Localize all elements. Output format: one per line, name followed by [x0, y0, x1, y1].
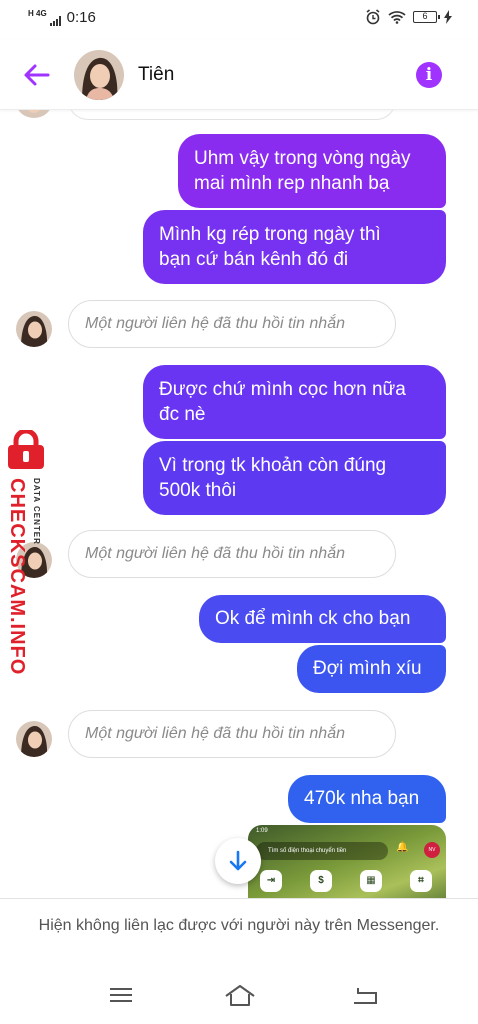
menu-icon: [110, 988, 132, 1002]
message-bubble-outgoing[interactable]: 470k nha bạn: [288, 775, 446, 823]
battery-icon: 6: [413, 11, 440, 23]
notice-text: Hiện không liên lạc được với người này t…: [38, 917, 440, 934]
message-text: Vì trong tk khoản còn đúng: [159, 455, 387, 476]
message-list[interactable]: Uhm vậy trong vòng ngày mai mình rep nha…: [0, 110, 478, 898]
message-bubble-outgoing[interactable]: Đợi mình xíu: [297, 645, 446, 693]
message-bubble-partial: [68, 110, 396, 120]
avatar: [16, 311, 52, 347]
dollar-icon: $: [310, 870, 332, 892]
message-bubble-outgoing[interactable]: Được chứ mình cọc hơn nữa đc nè: [143, 365, 446, 439]
scan-icon: ⌗: [410, 870, 432, 892]
unsent-message: Một người liên hệ đã thu hồi tin nhắn: [68, 530, 396, 578]
composer-disabled-notice: Hiện không liên lạc được với người này t…: [0, 898, 478, 968]
wifi-icon: [388, 11, 406, 24]
message-bubble-outgoing[interactable]: Uhm vậy trong vòng ngày mai mình rep nha…: [178, 134, 446, 208]
message-text: đc nè: [159, 404, 206, 425]
avatar: [16, 110, 52, 118]
watermark-text: CHECKSCAM.INFO: [6, 478, 28, 676]
transfer-icon: ⇥: [260, 870, 282, 892]
message-text: mai mình rep nhanh bạ: [194, 173, 390, 194]
status-left: H 4G 0:16: [28, 9, 96, 26]
status-right: 6: [365, 9, 452, 25]
image-attachment[interactable]: 1:09 Tìm số điện thoại chuyển tiền 🔔 NV …: [248, 825, 446, 898]
message-text: 500k thôi: [159, 480, 237, 501]
attachment-avatar: NV: [424, 842, 440, 858]
unsent-message: Một người liên hệ đã thu hồi tin nhắn: [68, 300, 396, 348]
contact-avatar[interactable]: [74, 50, 124, 100]
message-bubble-outgoing[interactable]: Vì trong tk khoản còn đúng 500k thôi: [143, 441, 446, 515]
bell-icon: 🔔: [396, 842, 409, 853]
message-text: Được chứ mình cọc hơn nữa: [159, 379, 406, 400]
message-text: bạn cứ bán kênh đó đi: [159, 249, 349, 270]
watermark-subtext: DATA CENTER: [32, 478, 41, 545]
lock-icon: [8, 430, 44, 469]
arrow-down-icon: [229, 850, 247, 871]
clock: 0:16: [66, 9, 96, 26]
menu-button[interactable]: [106, 982, 136, 1008]
arrow-left-icon: [24, 64, 50, 86]
watermark: CHECKSCAM.INFO DATA CENTER: [2, 430, 52, 675]
home-icon: [225, 985, 255, 1006]
attachment-status-time: 1:09: [256, 828, 268, 834]
system-navigation-bar: [0, 968, 478, 1024]
home-button[interactable]: [224, 982, 255, 1008]
message-bubble-outgoing[interactable]: Mình kg rép trong ngày thì bạn cứ bán kê…: [143, 210, 446, 284]
message-text: 470k nha bạn: [304, 788, 420, 809]
alarm-icon: [366, 9, 380, 25]
message-text: Đợi mình xíu: [313, 658, 422, 679]
grid-icon: ▦: [360, 870, 382, 892]
return-icon: [354, 988, 377, 1004]
message-bubble-outgoing[interactable]: Ok để mình ck cho bạn: [199, 595, 446, 643]
charging-icon: [444, 10, 452, 24]
message-text: Uhm vậy trong vòng ngày: [194, 148, 411, 169]
scroll-to-bottom-button[interactable]: [215, 838, 261, 884]
back-nav-button[interactable]: [350, 982, 380, 1008]
conversation-header: Tiên i: [0, 40, 478, 110]
unsent-message: Một người liên hệ đã thu hồi tin nhắn: [68, 710, 396, 758]
avatar: [16, 721, 52, 757]
back-button[interactable]: [22, 60, 52, 90]
attachment-search-bar: Tìm số điện thoại chuyển tiền: [256, 842, 388, 860]
network-type: H 4G: [28, 9, 47, 18]
message-text: Ok để mình ck cho bạn: [215, 608, 411, 629]
message-text: Mình kg rép trong ngày thì: [159, 224, 381, 245]
signal-icon: [49, 16, 61, 26]
contact-name[interactable]: Tiên: [138, 64, 174, 86]
info-icon[interactable]: i: [416, 62, 442, 88]
status-bar: H 4G 0:16 6: [0, 0, 478, 36]
